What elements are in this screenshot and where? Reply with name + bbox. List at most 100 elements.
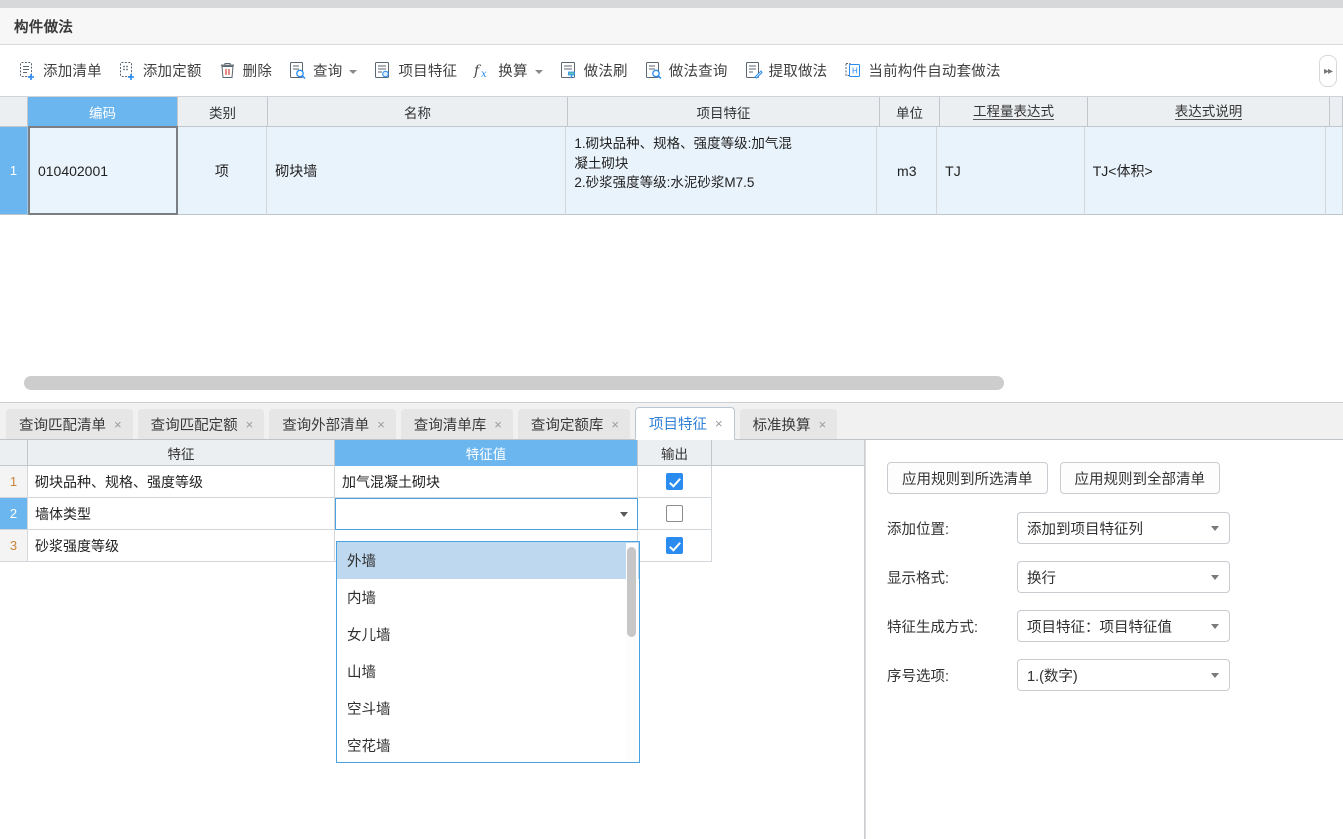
toolbar-button-extract-method[interactable]: 提取做法 bbox=[736, 52, 836, 90]
toolbar-button-add-list[interactable]: 添加清单 bbox=[10, 52, 110, 90]
grid-cell-feature[interactable]: 1.砌块品种、规格、强度等级:加气混 凝土砌块 2.砂浆强度等级:水泥砂浆M7.… bbox=[566, 127, 878, 215]
grid-header-feature[interactable]: 项目特征 bbox=[568, 97, 880, 127]
field-label: 特征生成方式: bbox=[887, 619, 979, 636]
table-row[interactable]: 1 砌块品种、规格、强度等级 加气混凝土砌块 bbox=[0, 466, 864, 498]
chevron-down-icon[interactable] bbox=[1211, 673, 1219, 678]
feature-header-value[interactable]: 特征值 bbox=[335, 440, 638, 466]
svg-text:H: H bbox=[852, 67, 858, 76]
toolbar-button-method-query[interactable]: 做法查询 bbox=[636, 52, 736, 90]
title-bar: 构件做法 bbox=[0, 8, 1343, 45]
number-option-select[interactable]: 1.(数字) bbox=[1017, 659, 1230, 691]
toolbar-button-add-quota[interactable]: 添加定额 bbox=[110, 52, 210, 90]
method-query-icon bbox=[644, 61, 663, 80]
close-icon[interactable]: × bbox=[114, 417, 122, 432]
close-icon[interactable]: × bbox=[715, 416, 723, 431]
feature-header-feature[interactable]: 特征 bbox=[28, 440, 335, 466]
tab-query-list-library[interactable]: 查询清单库 × bbox=[400, 409, 513, 439]
feature-value-combobox[interactable] bbox=[335, 498, 638, 530]
dropdown-option[interactable]: 外墙 bbox=[337, 542, 639, 579]
field-add-position: 添加位置: 添加到项目特征列 bbox=[865, 512, 1343, 544]
feature-generation-mode-select[interactable]: 项目特征：项目特征值 bbox=[1017, 610, 1230, 642]
grid-header-type[interactable]: 类别 bbox=[178, 97, 268, 127]
tab-project-feature[interactable]: 项目特征 × bbox=[634, 407, 735, 440]
field-feature-generation-mode: 特征生成方式: 项目特征：项目特征值 bbox=[865, 610, 1343, 642]
dropdown-option[interactable]: 山墙 bbox=[337, 653, 639, 690]
tab-standard-conversion[interactable]: 标准换算 × bbox=[739, 409, 838, 439]
tab-query-external-list[interactable]: 查询外部清单 × bbox=[269, 409, 396, 439]
feature-cell-value[interactable]: 加气混凝土砌块 bbox=[335, 466, 638, 498]
grid-cell-code[interactable]: 010402001 bbox=[27, 126, 178, 215]
feature-cell-output[interactable] bbox=[638, 466, 712, 498]
tab-label: 标准换算 bbox=[752, 417, 811, 434]
add-position-select[interactable]: 添加到项目特征列 bbox=[1017, 512, 1230, 544]
rules-button-row: 应用规则到所选清单 应用规则到全部清单 bbox=[865, 462, 1343, 494]
grid-header-unit[interactable]: 单位 bbox=[880, 97, 940, 127]
toolbar-button-auto-apply-method[interactable]: H 当前构件自动套做法 bbox=[835, 52, 1008, 90]
grid-cell-unit[interactable]: m3 bbox=[877, 127, 938, 215]
feature-cell-name[interactable]: 墙体类型 bbox=[28, 498, 335, 530]
apply-rules-to-all-button[interactable]: 应用规则到全部清单 bbox=[1059, 462, 1220, 494]
scrollbar-thumb[interactable] bbox=[24, 376, 1004, 390]
toolbar-button-delete[interactable]: 删除 bbox=[210, 52, 280, 90]
toolbar: 添加清单 添加定额 删除 查询 项目特征 f x 换算 做法刷 做法查询 提取做… bbox=[0, 45, 1343, 97]
toolbar-overflow-button[interactable]: ▸▸ bbox=[1319, 55, 1337, 87]
grid-header-tail bbox=[1330, 97, 1343, 127]
add-list-icon bbox=[18, 61, 37, 80]
chevron-down-icon[interactable] bbox=[1211, 526, 1219, 531]
component-method-window: 构件做法 添加清单 添加定额 删除 查询 项目特征 f x 换算 做法刷 做法查… bbox=[0, 0, 1343, 839]
toolbar-button-project-feature[interactable]: 项目特征 bbox=[365, 52, 465, 90]
feature-cell-output[interactable] bbox=[638, 530, 712, 562]
close-icon[interactable]: × bbox=[611, 417, 619, 432]
panel-divider bbox=[865, 440, 866, 839]
feature-cell-name[interactable]: 砂浆强度等级 bbox=[28, 530, 335, 562]
output-checkbox[interactable] bbox=[666, 537, 683, 554]
dropdown-option[interactable]: 内墙 bbox=[337, 579, 639, 616]
grid-header-name[interactable]: 名称 bbox=[268, 97, 568, 127]
grid-header-rownum bbox=[0, 97, 28, 127]
feature-cell-output[interactable] bbox=[638, 498, 712, 530]
apply-rules-to-selected-button[interactable]: 应用规则到所选清单 bbox=[887, 462, 1048, 494]
tab-query-quota-library[interactable]: 查询定额库 × bbox=[517, 409, 630, 439]
bottom-tab-bar: 查询匹配清单 × 查询匹配定额 × 查询外部清单 × 查询清单库 × 查询定额库… bbox=[0, 404, 1343, 440]
table-row[interactable]: 1 010402001 项 砌块墙 1.砌块品种、规格、强度等级:加气混 凝土砌… bbox=[0, 126, 1343, 215]
toolbar-button-method-brush[interactable]: 做法刷 bbox=[551, 52, 636, 90]
toolbar-label: 做法查询 bbox=[668, 64, 728, 80]
close-icon[interactable]: × bbox=[377, 417, 385, 432]
chevron-down-icon[interactable] bbox=[1211, 575, 1219, 580]
dropdown-option[interactable]: 空花墙 bbox=[337, 727, 639, 762]
field-number-option: 序号选项: 1.(数字) bbox=[865, 659, 1343, 691]
trash-icon bbox=[218, 61, 237, 80]
scrollbar-thumb[interactable] bbox=[627, 547, 636, 637]
chevron-down-icon[interactable] bbox=[620, 512, 628, 517]
feature-cell-name[interactable]: 砌块品种、规格、强度等级 bbox=[28, 466, 335, 498]
chevron-down-icon[interactable] bbox=[534, 69, 543, 74]
dropdown-scrollbar[interactable] bbox=[626, 543, 638, 762]
close-icon[interactable]: × bbox=[494, 417, 502, 432]
close-icon[interactable]: × bbox=[246, 417, 254, 432]
tab-query-matched-list[interactable]: 查询匹配清单 × bbox=[6, 409, 133, 439]
toolbar-button-convert[interactable]: fx 换算 bbox=[465, 52, 550, 90]
output-checkbox[interactable] bbox=[666, 473, 683, 490]
dropdown-option[interactable]: 女儿墙 bbox=[337, 616, 639, 653]
feature-header-output[interactable]: 输出 bbox=[638, 440, 712, 466]
grid-cell-type[interactable]: 项 bbox=[177, 127, 268, 215]
grid-header-code[interactable]: 编码 bbox=[28, 97, 178, 127]
component-method-grid: 编码 类别 名称 项目特征 单位 工程量表达式 表达式说明 1 01040200… bbox=[0, 97, 1343, 403]
grid-cell-expression-desc[interactable]: TJ<体积> bbox=[1084, 127, 1327, 215]
grid-header-expression-desc[interactable]: 表达式说明 bbox=[1088, 97, 1330, 127]
toolbar-button-query[interactable]: 查询 bbox=[280, 52, 365, 90]
grid-cell-expression[interactable]: TJ bbox=[937, 127, 1085, 215]
chevron-down-icon[interactable] bbox=[349, 69, 358, 74]
table-row[interactable]: 2 墙体类型 bbox=[0, 498, 864, 530]
grid-cell-name[interactable]: 砌块墙 bbox=[267, 127, 567, 215]
toolbar-label: 提取做法 bbox=[768, 64, 828, 80]
wall-type-dropdown-list[interactable]: 外墙 内墙 女儿墙 山墙 空斗墙 空花墙 bbox=[336, 541, 640, 763]
output-checkbox[interactable] bbox=[666, 505, 683, 522]
tab-query-matched-quota[interactable]: 查询匹配定额 × bbox=[137, 409, 265, 439]
dropdown-option[interactable]: 空斗墙 bbox=[337, 690, 639, 727]
chevron-down-icon[interactable] bbox=[1211, 624, 1219, 629]
display-format-select[interactable]: 换行 bbox=[1017, 561, 1230, 593]
grid-horizontal-scrollbar[interactable] bbox=[0, 376, 1343, 392]
close-icon[interactable]: × bbox=[819, 417, 827, 432]
grid-header-expression[interactable]: 工程量表达式 bbox=[940, 97, 1088, 127]
